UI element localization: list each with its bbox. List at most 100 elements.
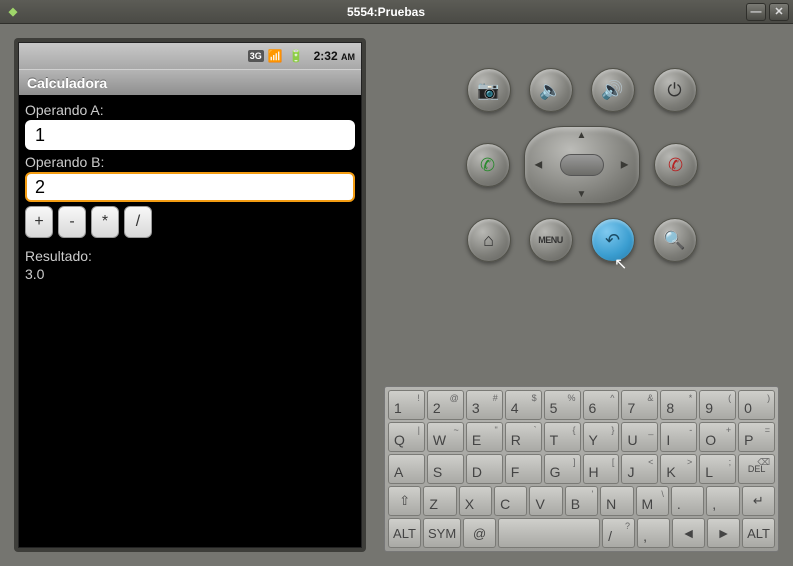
app-icon: ◆ — [4, 3, 22, 21]
signal-icon: 📶 — [268, 49, 283, 63]
key-y[interactable]: Y} — [583, 422, 620, 452]
key-5[interactable]: 5% — [544, 390, 581, 420]
add-button[interactable]: + — [25, 206, 53, 238]
status-time: 2:32 AM — [314, 49, 355, 63]
key-,[interactable]: , — [706, 486, 739, 516]
camera-icon: 📷 — [477, 80, 499, 101]
minimize-button[interactable]: — — [746, 3, 766, 21]
key-delete[interactable]: DEL⌫ — [738, 454, 775, 484]
key-d[interactable]: D — [466, 454, 503, 484]
volume-down-icon: 🔈 — [539, 80, 561, 101]
key-0[interactable]: 0) — [738, 390, 775, 420]
key-s[interactable]: S — [427, 454, 464, 484]
android-statusbar: 3G 📶 🔋 2:32 AM — [19, 43, 361, 69]
window-titlebar: ◆ 5554:Pruebas — ✕ — [0, 0, 793, 24]
dpad-center[interactable] — [560, 154, 604, 176]
multiply-button[interactable]: * — [91, 206, 119, 238]
battery-icon: 🔋 — [289, 49, 304, 63]
back-icon: ↶ — [605, 230, 620, 251]
key-9[interactable]: 9( — [699, 390, 736, 420]
key-7[interactable]: 7& — [621, 390, 658, 420]
divide-button[interactable]: / — [124, 206, 152, 238]
key-a[interactable]: A — [388, 454, 425, 484]
back-button[interactable]: ↶ — [591, 218, 635, 262]
dpad-right[interactable]: ▶ — [621, 160, 629, 171]
operand-a-label: Operando A: — [25, 102, 355, 118]
key-l[interactable]: L; — [699, 454, 736, 484]
network-3g-icon: 3G — [248, 50, 264, 62]
key-k[interactable]: K> — [660, 454, 697, 484]
camera-button[interactable]: 📷 — [467, 68, 511, 112]
window-title: 5554:Pruebas — [26, 5, 746, 19]
key-shift[interactable]: ⇧ — [388, 486, 421, 516]
key-at[interactable]: @ — [463, 518, 496, 548]
key-n[interactable]: N — [600, 486, 633, 516]
volume-up-button[interactable]: 🔊 — [591, 68, 635, 112]
call-button[interactable]: ✆ — [466, 143, 510, 187]
power-button[interactable]: ⏻ — [653, 68, 697, 112]
key-g[interactable]: G] — [544, 454, 581, 484]
key-4[interactable]: 4$ — [505, 390, 542, 420]
key-v[interactable]: V — [529, 486, 562, 516]
key-alt-right[interactable]: ALT — [742, 518, 775, 548]
key-.[interactable]: . — [671, 486, 704, 516]
key-p[interactable]: P= — [738, 422, 775, 452]
key-w[interactable]: W~ — [427, 422, 464, 452]
key-c[interactable]: C — [494, 486, 527, 516]
operand-b-label: Operando B: — [25, 154, 355, 170]
key-m[interactable]: M\ — [636, 486, 669, 516]
key-z[interactable]: Z — [423, 486, 456, 516]
key-space[interactable] — [498, 518, 600, 548]
operand-a-input[interactable]: 1 — [25, 120, 355, 150]
hardware-keyboard: 1!2@3#4$5%6^7&8*9(0) Q|W~E"R`T{Y}U_I-O+P… — [384, 386, 779, 552]
close-button[interactable]: ✕ — [769, 3, 789, 21]
key-left[interactable]: ◄ — [672, 518, 705, 548]
menu-label: MENU — [538, 235, 563, 245]
search-button[interactable]: 🔍 — [653, 218, 697, 262]
end-call-button[interactable]: ✆ — [654, 143, 698, 187]
power-icon: ⏻ — [667, 80, 681, 101]
dpad: ▲ ◀ ▶ ▼ — [524, 126, 640, 204]
key-slash[interactable]: /? — [602, 518, 635, 548]
key-8[interactable]: 8* — [660, 390, 697, 420]
app-title: Calculadora — [19, 69, 361, 95]
key-alt[interactable]: ALT — [388, 518, 421, 548]
key-t[interactable]: T{ — [544, 422, 581, 452]
key-u[interactable]: U_ — [621, 422, 658, 452]
device-screen: 3G 📶 🔋 2:32 AM Calculadora Operando A: 1… — [14, 38, 366, 552]
key-3[interactable]: 3# — [466, 390, 503, 420]
end-call-icon: ✆ — [668, 155, 683, 176]
key-j[interactable]: J< — [621, 454, 658, 484]
result-value: 3.0 — [25, 266, 355, 282]
dpad-left[interactable]: ◀ — [535, 160, 543, 171]
key-comma[interactable]: , — [637, 518, 670, 548]
home-button[interactable]: ⌂ — [467, 218, 511, 262]
home-icon: ⌂ — [483, 230, 494, 251]
key-2[interactable]: 2@ — [427, 390, 464, 420]
menu-button[interactable]: MENU — [529, 218, 573, 262]
dpad-up[interactable]: ▲ — [577, 130, 587, 141]
key-r[interactable]: R` — [505, 422, 542, 452]
dpad-down[interactable]: ▼ — [577, 189, 587, 200]
key-q[interactable]: Q| — [388, 422, 425, 452]
search-icon: 🔍 — [663, 230, 685, 251]
key-1[interactable]: 1! — [388, 390, 425, 420]
operand-b-input[interactable]: 2 — [25, 172, 355, 202]
key-right[interactable]: ► — [707, 518, 740, 548]
key-enter[interactable]: ↵ — [742, 486, 775, 516]
key-i[interactable]: I- — [660, 422, 697, 452]
call-icon: ✆ — [480, 155, 495, 176]
key-o[interactable]: O+ — [699, 422, 736, 452]
key-h[interactable]: H[ — [583, 454, 620, 484]
result-label: Resultado: — [25, 248, 355, 264]
volume-down-button[interactable]: 🔈 — [529, 68, 573, 112]
key-6[interactable]: 6^ — [583, 390, 620, 420]
key-f[interactable]: F — [505, 454, 542, 484]
hardware-controls: 📷 🔈 🔊 ⏻ ✆ ▲ ◀ ▶ ▼ ✆ ⌂ MENU ↶ — [384, 38, 779, 272]
volume-up-icon: 🔊 — [601, 80, 623, 101]
key-e[interactable]: E" — [466, 422, 503, 452]
key-x[interactable]: X — [459, 486, 492, 516]
subtract-button[interactable]: - — [58, 206, 86, 238]
key-sym[interactable]: SYM — [423, 518, 461, 548]
key-b[interactable]: B' — [565, 486, 598, 516]
